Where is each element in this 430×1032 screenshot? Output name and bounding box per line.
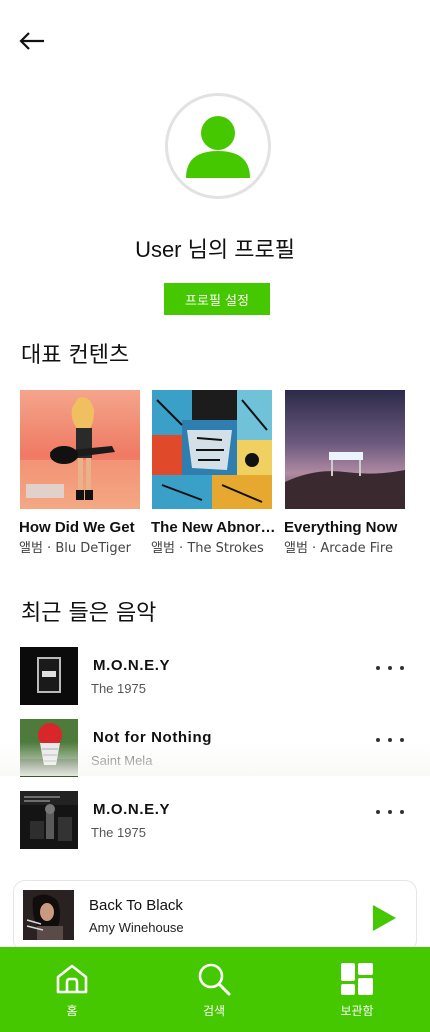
featured-card-subtitle: 앨범 · The Strokes	[151, 541, 264, 556]
library-icon	[339, 961, 375, 1002]
featured-section-title: 대표 컨텐츠	[21, 343, 130, 368]
play-icon	[373, 905, 396, 931]
track-title: M.O.N.E.Y	[93, 801, 171, 818]
search-icon	[196, 961, 232, 1002]
profile-name: User 님의 프로필	[135, 237, 295, 262]
featured-card[interactable]: Everything Now 앨범 · Arcade Fire	[284, 390, 414, 556]
bottom-tab-bar: 홈 검색 보관함	[0, 947, 430, 1032]
track-artist: Saint Mela	[91, 753, 153, 768]
tab-label: 홈	[66, 1004, 78, 1018]
featured-card-title: The New Abnormal	[151, 519, 279, 536]
user-icon	[186, 116, 250, 178]
list-item[interactable]: Not for Nothing Saint Mela	[0, 719, 430, 777]
now-playing-thumbnail	[23, 890, 74, 940]
mini-player[interactable]: Back To Black Amy Winehouse	[13, 880, 417, 952]
track-artist: The 1975	[91, 825, 146, 840]
more-options-icon[interactable]	[376, 660, 404, 676]
track-thumbnail	[20, 647, 78, 705]
more-options-icon[interactable]	[376, 804, 404, 820]
list-item[interactable]: M.O.N.E.Y The 1975	[0, 647, 430, 705]
tab-library[interactable]: 보관함	[307, 947, 407, 1032]
featured-card[interactable]: The New Abnormal 앨범 · The Strokes	[151, 390, 281, 556]
album-cover-billboard	[285, 390, 405, 509]
home-icon	[54, 961, 90, 1002]
more-options-icon[interactable]	[376, 732, 404, 748]
album-cover-painting	[152, 390, 272, 509]
arrow-left-icon	[19, 32, 44, 50]
now-playing-title: Back To Black	[89, 897, 183, 914]
album-cover-guitarist	[20, 390, 140, 509]
track-title: M.O.N.E.Y	[93, 657, 171, 674]
profile-settings-button[interactable]: 프로필 설정	[164, 283, 270, 315]
track-artist: The 1975	[91, 681, 146, 696]
tab-label: 검색	[202, 1004, 226, 1018]
play-button[interactable]	[370, 903, 398, 933]
track-title: Not for Nothing	[93, 729, 212, 746]
avatar	[165, 93, 271, 199]
track-thumbnail	[20, 719, 78, 777]
recent-section-title: 최근 들은 음악	[21, 601, 157, 626]
featured-card-subtitle: 앨범 · Blu DeTiger	[19, 541, 131, 556]
back-button[interactable]	[18, 28, 50, 54]
tab-home[interactable]: 홈	[22, 947, 122, 1032]
list-item[interactable]: M.O.N.E.Y The 1975	[0, 791, 430, 849]
now-playing-artist: Amy Winehouse	[89, 920, 184, 935]
featured-list: How Did We Get 앨범 · Blu DeTiger The New …	[0, 390, 430, 560]
featured-card-subtitle: 앨범 · Arcade Fire	[284, 541, 393, 556]
tab-search[interactable]: 검색	[164, 947, 264, 1032]
featured-card[interactable]: How Did We Get 앨범 · Blu DeTiger	[19, 390, 149, 556]
featured-card-title: Everything Now	[284, 519, 398, 536]
tab-label: 보관함	[340, 1004, 374, 1018]
featured-card-title: How Did We Get	[19, 519, 135, 536]
track-thumbnail	[20, 791, 78, 849]
